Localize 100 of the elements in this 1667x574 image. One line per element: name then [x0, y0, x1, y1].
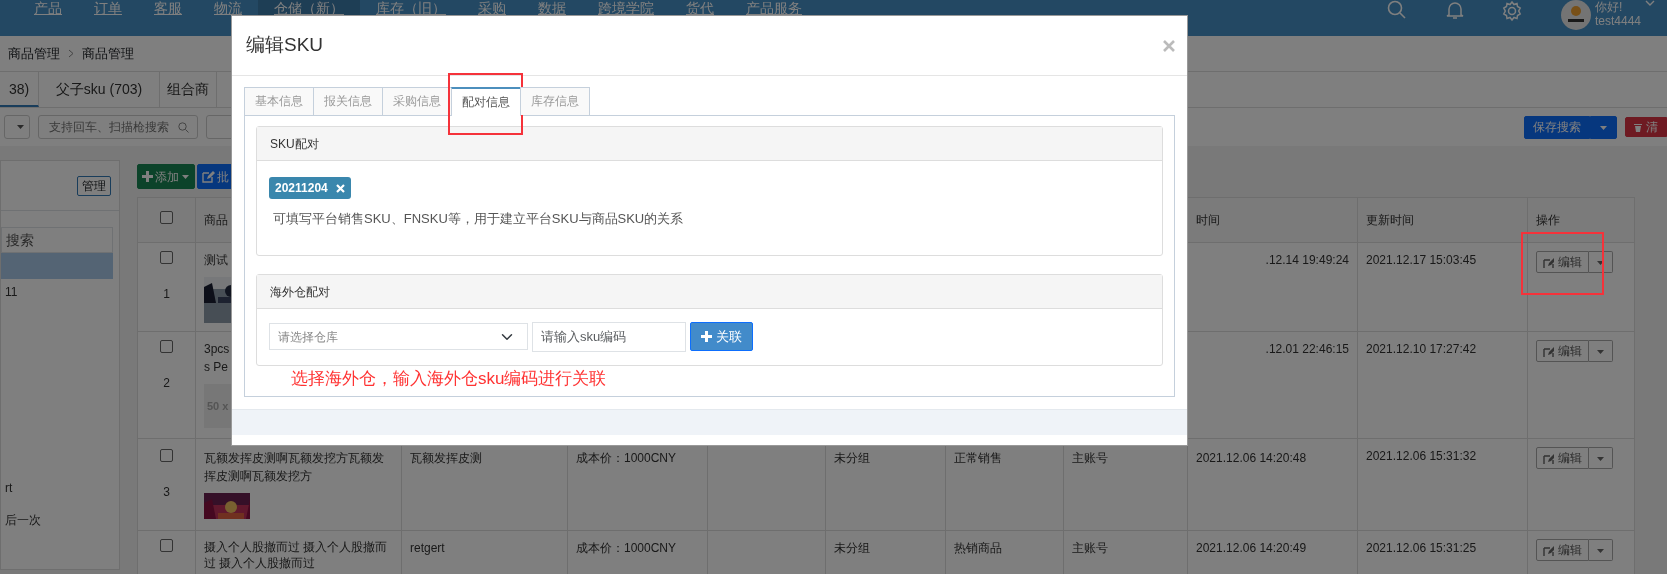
nav-item[interactable]: 客服 — [138, 0, 198, 16]
table-cell: 2021.12.06 15:31:32 — [1366, 449, 1477, 463]
table-cell: 成本价：1000CNY — [576, 451, 677, 465]
table-cell: 2021.12.17 15:03:45 — [1366, 253, 1477, 267]
edit-icon — [1543, 452, 1554, 464]
tab[interactable]: 配对信息 — [451, 87, 521, 116]
edit-button[interactable]: 编辑 — [1536, 447, 1589, 469]
tree-item[interactable]: 11 — [1, 279, 113, 305]
settings-icon[interactable] — [1500, 0, 1523, 22]
save-search-button[interactable]: 保存搜索 — [1524, 115, 1590, 139]
nav-item[interactable]: 采购 — [462, 0, 522, 16]
annotation-text: 选择海外仓，输入海外仓sku编码进行关联 — [290, 367, 608, 390]
row-number: 2 — [162, 375, 171, 392]
nav-item[interactable]: 货代 — [670, 0, 730, 16]
table-cell: 成本价：1000CNY — [576, 541, 677, 555]
clear-button[interactable]: 清 — [1625, 117, 1667, 137]
caret-icon — [1596, 259, 1605, 266]
table-cell: 未分组 — [834, 451, 870, 465]
dropdown-toggle[interactable] — [1589, 251, 1613, 273]
caret-icon — [1599, 124, 1608, 131]
table-cell: 瓦额发挥皮测 — [410, 451, 482, 465]
user-name[interactable]: test4444 — [1594, 14, 1641, 28]
dropdown-toggle[interactable] — [1589, 340, 1613, 362]
product-name: s Pe — [204, 359, 228, 376]
table-cell: .12.01 22:46:15 — [1265, 342, 1349, 356]
caret-icon — [181, 173, 190, 180]
card-title: 海外仓配对 — [270, 283, 330, 301]
caret-icon — [16, 124, 25, 130]
tab[interactable]: 库存信息 — [520, 87, 590, 115]
row-number: 1 — [162, 286, 171, 303]
help-text: 可填写平台销售SKU、FNSKU等，用于建立平台SKU与商品SKU的关系 — [273, 210, 685, 228]
warehouse-select[interactable]: 请选择仓库 — [269, 323, 528, 351]
table-cell: 2021.12.06 15:31:25 — [1366, 541, 1477, 555]
close-icon — [1163, 39, 1175, 52]
table-cell: 主账号 — [1072, 451, 1108, 465]
tree-item[interactable]: 后一次 — [1, 507, 113, 533]
nav-item[interactable]: 产品服务 — [730, 0, 818, 16]
tab[interactable]: 基本信息 — [244, 87, 314, 115]
chevron-icon — [68, 49, 74, 58]
avatar[interactable] — [1560, 0, 1591, 30]
product-name: 测试 — [204, 252, 228, 269]
search-field[interactable]: 支持回车、扫描枪搜索 — [38, 115, 198, 139]
close-button[interactable] — [1163, 39, 1175, 52]
tab[interactable]: 采购信息 — [382, 87, 452, 115]
plus-icon — [142, 171, 153, 182]
sku-tag[interactable]: 20211204 — [269, 177, 351, 199]
page-tab[interactable]: 父子sku (703) — [39, 72, 160, 107]
tree-item[interactable]: rt — [1, 475, 113, 501]
nav-item[interactable]: 物流 — [198, 0, 258, 16]
modal-title: 编辑SKU — [246, 33, 324, 58]
dropdown-toggle[interactable] — [1589, 539, 1613, 561]
edit-icon — [1543, 544, 1554, 556]
table-cell: 热销商品 — [954, 541, 1002, 555]
column-header: 更新时间 — [1366, 213, 1414, 227]
column-header: 时间 — [1196, 213, 1220, 227]
product-name: 瓦额发挥皮测啊瓦额发挖方瓦额发挥皮测啊瓦额发挖方 — [204, 450, 385, 485]
caret-icon[interactable] — [1645, 0, 1655, 7]
tab[interactable]: 报关信息 — [313, 87, 383, 115]
table-cell: 2021.12.10 17:27:42 — [1366, 342, 1477, 356]
breadcrumb-link[interactable]: 商品管理 — [8, 43, 60, 64]
link-button[interactable]: 关联 — [690, 322, 753, 352]
manage-button[interactable]: 管理 — [77, 175, 111, 196]
caret-icon — [1596, 455, 1605, 462]
nav-item[interactable]: 库存（旧） — [360, 0, 462, 16]
dropdown-toggle[interactable] — [1590, 115, 1617, 139]
plus-icon — [701, 331, 712, 343]
product-name: 摄入个人股撤而过 摄入个人股撤而过 摄入个人股撤而过 — [204, 539, 389, 571]
sku-code-field[interactable]: 请输入sku编码 — [532, 322, 686, 352]
nav-item[interactable]: 数据 — [522, 0, 582, 16]
dropdown-toggle[interactable] — [1589, 447, 1613, 469]
row-number: 3 — [162, 484, 171, 501]
checkbox[interactable] — [160, 449, 173, 462]
breadcrumb-link[interactable]: 商品管理 — [82, 43, 134, 64]
remove-icon[interactable] — [335, 183, 345, 193]
edit-icon — [202, 170, 215, 183]
table-cell: 正常销售 — [954, 451, 1002, 465]
page-tab[interactable]: 组合商 — [160, 72, 217, 107]
tree-search-field[interactable]: 搜索 — [1, 227, 113, 253]
bell-icon[interactable] — [1444, 0, 1465, 20]
nav-item[interactable]: 跨境学院 — [582, 0, 670, 16]
edit-button[interactable]: 编辑 — [1536, 251, 1589, 273]
checkbox[interactable] — [160, 539, 173, 552]
edit-button[interactable]: 编辑 — [1536, 340, 1589, 362]
nav-item[interactable]: 订单 — [78, 0, 138, 16]
card-title: SKU配对 — [270, 135, 319, 153]
checkbox[interactable] — [160, 340, 173, 353]
table-cell: retgert — [410, 541, 445, 555]
search-icon — [178, 121, 189, 133]
table-cell: .12.14 19:49:24 — [1265, 253, 1349, 267]
edit-icon — [1543, 256, 1554, 268]
nav-item[interactable]: 产品 — [18, 0, 78, 16]
edit-button[interactable]: 编辑 — [1536, 539, 1589, 561]
search-icon[interactable] — [1386, 0, 1407, 20]
checkbox[interactable] — [160, 251, 173, 264]
add-button[interactable]: 添加 — [137, 164, 195, 189]
dropdown[interactable] — [4, 115, 30, 139]
checkbox[interactable] — [160, 211, 173, 224]
trash-icon — [1634, 122, 1642, 132]
caret-icon — [1596, 547, 1605, 554]
nav-item[interactable]: 仓储（新） — [258, 0, 360, 16]
